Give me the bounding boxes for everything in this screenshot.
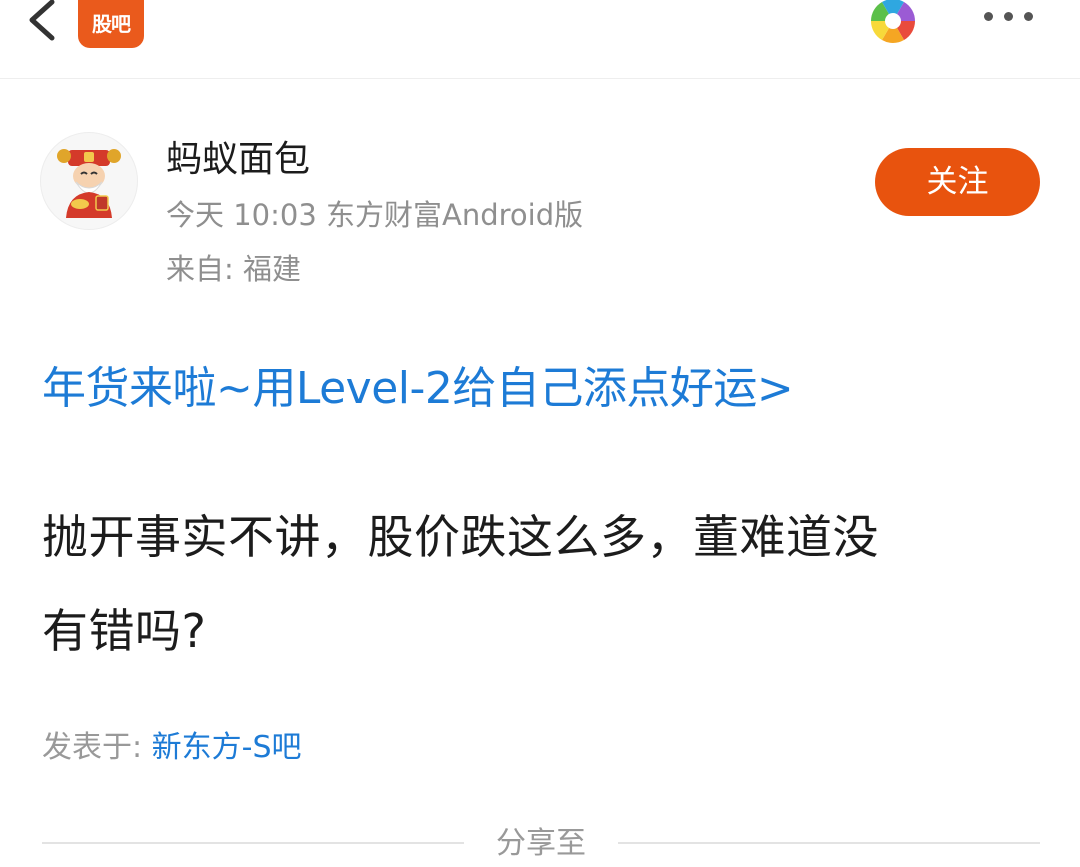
posted-in-label: 发表于: xyxy=(42,730,143,765)
level2-promo-link[interactable]: 年货来啦~用Level-2给自己添点好运> xyxy=(42,352,794,416)
more-dot xyxy=(1004,12,1013,21)
post-time: 今天 10:03 xyxy=(166,198,317,232)
fortune-god-avatar-icon xyxy=(57,149,121,218)
author-name[interactable]: 蚂蚁面包 xyxy=(166,130,310,182)
post-meta: 今天 10:03 东方财富Android版 xyxy=(166,192,583,234)
post-body-line: 抛开事实不讲，股价跌这么多，董难道没 xyxy=(42,510,879,564)
app-badge-label: 股吧 xyxy=(92,12,131,36)
share-to-label: 分享至 xyxy=(496,826,586,861)
follow-button[interactable]: 关注 xyxy=(875,148,1040,216)
share-divider: 分享至 xyxy=(42,818,1040,864)
author-avatar[interactable] xyxy=(40,132,138,230)
top-navigation-bar: 股吧 xyxy=(0,0,1080,79)
back-button[interactable] xyxy=(22,0,66,48)
post-body-line: 有错吗? xyxy=(42,604,207,658)
more-dots-icon xyxy=(984,12,993,21)
share-shutter-button[interactable] xyxy=(868,0,918,46)
author-location: 来自: 福建 xyxy=(166,246,301,288)
post-body: 抛开事实不讲，股价跌这么多，董难道没 有错吗? xyxy=(42,490,1042,678)
post-client: 东方财富Android版 xyxy=(326,198,584,232)
guba-app-badge[interactable]: 股吧 xyxy=(78,0,144,48)
chevron-left-icon xyxy=(29,0,55,41)
camera-shutter-icon xyxy=(871,0,915,43)
location-label: 来自: xyxy=(166,252,234,286)
location-value: 福建 xyxy=(243,252,302,286)
more-options-button[interactable] xyxy=(978,6,1038,30)
board-link[interactable]: 新东方-S吧 xyxy=(152,730,302,765)
posted-in-line: 发表于: 新东方-S吧 xyxy=(42,722,302,766)
more-dot xyxy=(1024,12,1033,21)
